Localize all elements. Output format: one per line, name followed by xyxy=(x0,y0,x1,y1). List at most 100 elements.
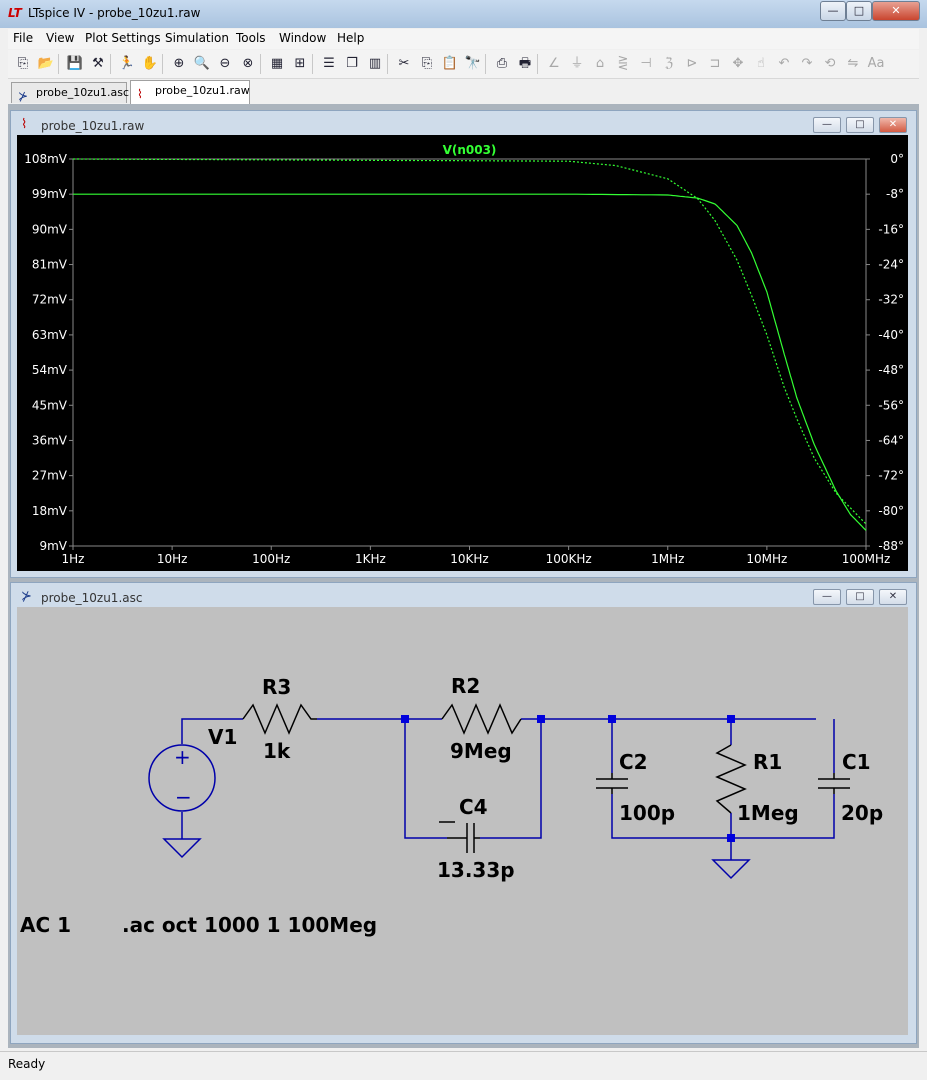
resistor-icon[interactable]: ⋛ xyxy=(614,55,632,73)
source-directive[interactable]: AC 1 xyxy=(20,913,71,937)
waveform-plot[interactable]: 1Hz 10Hz 100Hz 1KHz 10KHz 100KHz 1MHz 10MHz 100M… xyxy=(11,111,916,577)
undo-icon[interactable]: ↶ xyxy=(775,55,793,73)
maximize-button[interactable]: □ xyxy=(846,1,872,21)
move-icon[interactable]: ✥ xyxy=(729,55,747,73)
cascade-icon[interactable]: ❐ xyxy=(343,55,361,73)
y-left-tick-label: 90mV xyxy=(32,222,68,236)
toolbar-separator xyxy=(110,54,111,74)
label-v1[interactable]: V1 xyxy=(208,725,237,749)
tab-waveform[interactable]: ⌇ probe_10zu1.raw xyxy=(130,80,250,104)
ground-icon[interactable]: ⏚ xyxy=(568,55,586,73)
y-left-tick-label: 36mV xyxy=(32,433,68,447)
y-left-tick-label: 54mV xyxy=(32,363,68,377)
value-r2[interactable]: 9Meg xyxy=(450,739,512,763)
resistor-r2[interactable] xyxy=(441,703,522,735)
y-right-tick-label: 0° xyxy=(890,152,904,166)
text-icon[interactable]: Aa xyxy=(867,55,885,73)
mirror-icon[interactable]: ⇋ xyxy=(844,55,862,73)
voltage-source-v1[interactable]: + − xyxy=(148,744,216,812)
tile-vertical-icon[interactable]: ▥ xyxy=(366,55,384,73)
trace-label[interactable]: V(n003) xyxy=(443,143,497,157)
halt-icon[interactable]: ✋ xyxy=(141,55,159,73)
x-tick-label: 1MHz xyxy=(651,552,684,566)
drag-icon[interactable]: ☝ xyxy=(752,55,770,73)
print-setup-icon[interactable]: ⎙ xyxy=(493,55,511,73)
value-c2[interactable]: 100p xyxy=(619,801,675,825)
schematic-close-button[interactable]: ✕ xyxy=(879,589,907,605)
tab-label: probe_10zu1.asc xyxy=(36,86,130,99)
menu-tools[interactable]: Tools xyxy=(236,31,266,45)
find-icon[interactable]: 🔭 xyxy=(464,55,482,73)
run-icon[interactable]: 🏃 xyxy=(118,55,136,73)
component-icon[interactable]: ⊐ xyxy=(706,55,724,73)
junction-dot xyxy=(401,715,409,723)
y-right-tick-label: -24° xyxy=(878,258,904,272)
resistor-r3[interactable] xyxy=(242,703,317,735)
label-r1[interactable]: R1 xyxy=(753,750,782,774)
capacitor-c1[interactable] xyxy=(818,773,850,794)
y-right-tick-label: -16° xyxy=(878,222,904,236)
spice-directive[interactable]: .ac oct 1000 1 100Meg xyxy=(122,913,377,937)
autorange-icon[interactable]: ▦ xyxy=(268,55,286,73)
redo-icon[interactable]: ↷ xyxy=(798,55,816,73)
value-c1[interactable]: 20p xyxy=(841,801,883,825)
menu-window[interactable]: Window xyxy=(279,31,326,45)
x-tick-label: 10Hz xyxy=(157,552,188,566)
junction-dot xyxy=(727,834,735,842)
zoom-cancel-icon[interactable]: ⊗ xyxy=(239,55,257,73)
tab-schematic[interactable]: ⊁ probe_10zu1.asc xyxy=(11,82,130,103)
x-tick-label: 100MHz xyxy=(842,552,891,566)
title-bar[interactable]: LT LTspice IV - probe_10zu1.raw — □ ✕ xyxy=(0,0,927,28)
zoom-area-icon[interactable]: 🔍 xyxy=(193,55,211,73)
toolbar-separator xyxy=(58,54,59,74)
tile-horizontal-icon[interactable]: ☰ xyxy=(320,55,338,73)
label-r3[interactable]: R3 xyxy=(262,675,291,699)
capacitor-icon[interactable]: ⊣ xyxy=(637,55,655,73)
control-panel-icon[interactable]: ⚒ xyxy=(89,55,107,73)
x-tick-label: 10KHz xyxy=(450,552,488,566)
close-button[interactable]: ✕ xyxy=(872,1,920,21)
label-icon[interactable]: ⌂ xyxy=(591,55,609,73)
open-file-icon[interactable]: 📂 xyxy=(37,55,55,73)
maximize-icon: □ xyxy=(853,4,865,17)
schematic-maximize-button[interactable]: □ xyxy=(846,589,874,605)
wire[interactable] xyxy=(480,719,542,839)
diode-icon[interactable]: ⊳ xyxy=(683,55,701,73)
mdi-area: ⌇ probe_10zu1.raw — □ ✕ 1Hz 10Hz 100Hz 1KHz… xyxy=(8,104,919,1048)
copy-icon[interactable]: ⎘ xyxy=(418,55,436,73)
menu-file[interactable]: File xyxy=(13,31,33,45)
zoom-in-icon[interactable]: ⊕ xyxy=(170,55,188,73)
junction-dot xyxy=(608,715,616,723)
y-left-tick-label: 27mV xyxy=(32,469,68,483)
capacitor-c2[interactable] xyxy=(596,773,628,794)
open-schematic-icon[interactable]: ⎘ xyxy=(14,55,32,73)
value-r3[interactable]: 1k xyxy=(263,739,291,763)
zoom-out-icon[interactable]: ⊖ xyxy=(216,55,234,73)
menu-plot-settings[interactable]: Plot Settings xyxy=(85,31,161,45)
schematic-icon: ⊁ xyxy=(18,89,29,103)
print-icon[interactable]: 🖶 xyxy=(516,55,534,73)
cut-icon[interactable]: ✂ xyxy=(395,55,413,73)
label-r2[interactable]: R2 xyxy=(451,674,480,698)
schematic-canvas[interactable]: + − V1 R3 1k R2 9Meg C4 13.33p C2 100p R… xyxy=(17,607,908,1035)
menu-view[interactable]: View xyxy=(46,31,74,45)
mark-icon[interactable]: ⊞ xyxy=(291,55,309,73)
menu-simulation[interactable]: Simulation xyxy=(165,31,229,45)
wire[interactable] xyxy=(404,719,447,839)
y-right-tick-label: -72° xyxy=(878,469,904,483)
value-r1[interactable]: 1Meg xyxy=(737,801,799,825)
wire-icon[interactable]: ∠ xyxy=(545,55,563,73)
schematic-minimize-button[interactable]: — xyxy=(813,589,841,605)
label-c4[interactable]: C4 xyxy=(459,795,488,819)
x-tick-label: 1KHz xyxy=(355,552,386,566)
save-icon[interactable]: 💾 xyxy=(66,55,84,73)
value-c4[interactable]: 13.33p xyxy=(437,858,515,882)
rotate-icon[interactable]: ⟲ xyxy=(821,55,839,73)
minimize-button[interactable]: — xyxy=(820,1,846,21)
inductor-icon[interactable]: ℨ xyxy=(660,55,678,73)
menu-help[interactable]: Help xyxy=(337,31,364,45)
x-tick-label: 10MHz xyxy=(746,552,787,566)
label-c2[interactable]: C2 xyxy=(619,750,648,774)
label-c1[interactable]: C1 xyxy=(842,750,871,774)
paste-icon[interactable]: 📋 xyxy=(441,55,459,73)
